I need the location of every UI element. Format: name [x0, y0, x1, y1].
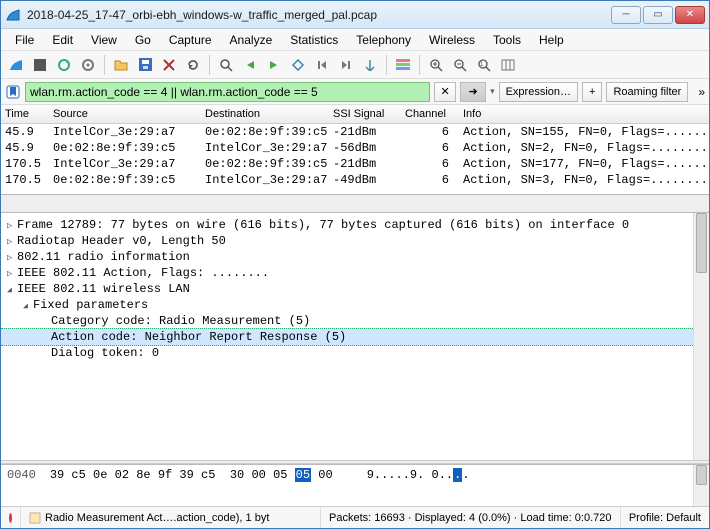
roaming-filter-button[interactable]: Roaming filter	[606, 82, 688, 102]
titlebar[interactable]: 2018-04-25_17-47_orbi-ebh_windows-w_traf…	[1, 1, 709, 29]
tree-category-code[interactable]: Category code: Radio Measurement (5)	[1, 313, 709, 329]
menu-telephony[interactable]: Telephony	[348, 31, 419, 49]
capture-stop-icon[interactable]	[29, 54, 51, 76]
menu-help[interactable]: Help	[531, 31, 572, 49]
tree-wlan[interactable]: IEEE 802.11 wireless LAN	[1, 281, 709, 297]
menu-go[interactable]: Go	[127, 31, 159, 49]
col-info[interactable]: Info	[459, 108, 709, 120]
wireshark-icon	[5, 7, 21, 23]
display-filter-bar: ✕ ➜ ▾ Expression… + Roaming filter »	[1, 79, 709, 105]
status-profile[interactable]: Profile: Default	[621, 507, 709, 528]
maximize-button[interactable]: ▭	[643, 6, 673, 24]
tree-action-code[interactable]: Action code: Neighbor Report Response (5…	[1, 328, 709, 346]
hex-offset: 0040	[7, 468, 36, 482]
capture-start-icon[interactable]	[5, 54, 27, 76]
menu-analyze[interactable]: Analyze	[222, 31, 281, 49]
resize-columns-icon[interactable]	[497, 54, 519, 76]
go-forward-icon[interactable]	[263, 54, 285, 76]
filter-history-dropdown[interactable]: ▾	[490, 86, 495, 97]
packet-row[interactable]: 170.50e:02:8e:9f:39:c5IntelCor_3e:29:a7-…	[1, 172, 709, 188]
zoom-out-icon[interactable]	[449, 54, 471, 76]
tree-fixed-parameters[interactable]: Fixed parameters	[1, 297, 709, 313]
tree-action[interactable]: IEEE 802.11 Action, Flags: ........	[1, 265, 709, 281]
zoom-in-icon[interactable]	[425, 54, 447, 76]
menu-statistics[interactable]: Statistics	[282, 31, 346, 49]
colorize-icon[interactable]	[392, 54, 414, 76]
hex-scrollbar[interactable]	[693, 465, 709, 506]
toolbar-overflow-icon[interactable]: »	[698, 85, 705, 99]
close-file-icon[interactable]	[158, 54, 180, 76]
window-title: 2018-04-25_17-47_orbi-ebh_windows-w_traf…	[27, 8, 611, 22]
first-packet-icon[interactable]	[311, 54, 333, 76]
packet-row[interactable]: 170.5IntelCor_3e:29:a70e:02:8e:9f:39:c5-…	[1, 156, 709, 172]
packet-row[interactable]: 45.9IntelCor_3e:29:a70e:02:8e:9f:39:c5-2…	[1, 124, 709, 140]
menu-view[interactable]: View	[83, 31, 125, 49]
hex-bytes[interactable]: 39 c5 0e 02 8e 9f 39 c5 30 00 05 05 00	[50, 468, 333, 482]
autoscroll-icon[interactable]	[359, 54, 381, 76]
tree-dialog-token[interactable]: Dialog token: 0	[1, 345, 709, 361]
main-toolbar: 1	[1, 51, 709, 79]
reload-icon[interactable]	[182, 54, 204, 76]
go-to-packet-icon[interactable]	[287, 54, 309, 76]
tree-radio[interactable]: 802.11 radio information	[1, 249, 709, 265]
tree-frame[interactable]: Frame 12789: 77 bytes on wire (616 bits)…	[1, 217, 709, 233]
col-channel[interactable]: Channel	[401, 108, 459, 120]
notepad-icon	[29, 512, 41, 524]
close-button[interactable]: ✕	[675, 6, 705, 24]
packet-list-pane: Time Source Destination SSI Signal Chann…	[1, 105, 709, 195]
status-packet-counts[interactable]: Packets: 16693 · Displayed: 4 (0.0%) · L…	[321, 507, 621, 528]
hex-selected-byte: 05	[295, 468, 311, 482]
filter-expression-button[interactable]: Expression…	[499, 82, 578, 102]
col-ssi[interactable]: SSI Signal	[329, 108, 401, 120]
tree-radiotap[interactable]: Radiotap Header v0, Length 50	[1, 233, 709, 249]
filter-bookmark-icon[interactable]	[5, 84, 21, 100]
status-field-info[interactable]: Radio Measurement Act….action_code), 1 b…	[21, 507, 321, 528]
app-window: 2018-04-25_17-47_orbi-ebh_windows-w_traf…	[0, 0, 710, 529]
statusbar: Radio Measurement Act….action_code), 1 b…	[1, 506, 709, 528]
minimize-button[interactable]: ─	[611, 6, 641, 24]
open-file-icon[interactable]	[110, 54, 132, 76]
svg-text:1: 1	[480, 62, 484, 68]
packet-row[interactable]: 45.90e:02:8e:9f:39:c5IntelCor_3e:29:a7-5…	[1, 140, 709, 156]
capture-restart-icon[interactable]	[53, 54, 75, 76]
capture-options-icon[interactable]	[77, 54, 99, 76]
zoom-reset-icon[interactable]: 1	[473, 54, 495, 76]
packet-list-header[interactable]: Time Source Destination SSI Signal Chann…	[1, 105, 709, 124]
col-source[interactable]: Source	[49, 108, 201, 120]
menubar: File Edit View Go Capture Analyze Statis…	[1, 29, 709, 51]
details-scrollbar[interactable]	[693, 213, 709, 460]
expert-info-icon[interactable]	[9, 513, 12, 523]
col-destination[interactable]: Destination	[201, 108, 329, 120]
go-back-icon[interactable]	[239, 54, 261, 76]
packet-details-pane: Frame 12789: 77 bytes on wire (616 bits)…	[1, 213, 709, 460]
save-icon[interactable]	[134, 54, 156, 76]
packet-bytes-pane[interactable]: 0040 39 c5 0e 02 8e 9f 39 c5 30 00 05 05…	[1, 464, 709, 506]
filter-add-button[interactable]: +	[582, 82, 602, 102]
menu-edit[interactable]: Edit	[44, 31, 81, 49]
hex-ascii[interactable]: 9.....9. 0....	[367, 468, 470, 482]
menu-tools[interactable]: Tools	[485, 31, 529, 49]
filter-apply-button[interactable]: ➜	[460, 82, 486, 102]
menu-wireless[interactable]: Wireless	[421, 31, 483, 49]
menu-file[interactable]: File	[7, 31, 42, 49]
menu-capture[interactable]: Capture	[161, 31, 220, 49]
col-time[interactable]: Time	[1, 108, 49, 120]
last-packet-icon[interactable]	[335, 54, 357, 76]
display-filter-input[interactable]	[25, 82, 430, 102]
find-icon[interactable]	[215, 54, 237, 76]
filter-clear-button[interactable]: ✕	[434, 82, 456, 102]
